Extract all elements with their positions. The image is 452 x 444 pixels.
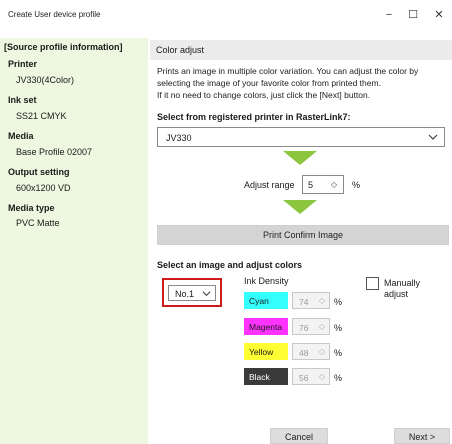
media-type-value: PVC Matte bbox=[16, 218, 60, 228]
manually-adjust-checkbox[interactable] bbox=[366, 277, 379, 290]
spinner-arrows-icon: ◇ bbox=[318, 347, 325, 356]
close-button[interactable]: ✕ bbox=[428, 6, 450, 24]
color-adjust-header: Color adjust bbox=[150, 40, 452, 60]
image-select-value: No.1 bbox=[175, 289, 195, 299]
printer-select-label: Select from registered printer in Raster… bbox=[157, 112, 351, 122]
image-select-dropdown[interactable]: No.1 bbox=[168, 285, 216, 301]
chevron-down-icon bbox=[202, 291, 211, 297]
description-line-1: Prints an image in multiple color variat… bbox=[157, 66, 419, 76]
yellow-density-value: 48 bbox=[299, 348, 309, 358]
print-confirm-image-button[interactable]: Print Confirm Image bbox=[157, 225, 449, 245]
black-density-value: 56 bbox=[299, 373, 309, 383]
cancel-button[interactable]: Cancel bbox=[270, 428, 328, 444]
source-profile-header: [Source profile information] bbox=[4, 42, 123, 52]
output-setting-label: Output setting bbox=[8, 167, 70, 177]
media-type-label: Media type bbox=[8, 203, 55, 213]
title-bar: Create User device profile − ☐ ✕ bbox=[0, 0, 452, 30]
magenta-label: Magenta bbox=[249, 322, 283, 332]
magenta-density-value: 76 bbox=[299, 323, 309, 333]
black-label: Black bbox=[249, 372, 270, 382]
output-setting-value: 600x1200 VD bbox=[16, 183, 71, 193]
chevron-down-icon bbox=[428, 134, 438, 140]
window-title: Create User device profile bbox=[8, 10, 101, 19]
yellow-unit: % bbox=[334, 348, 343, 358]
spinner-arrows-icon: ◇ bbox=[318, 372, 325, 381]
description-line-3: If it no need to change colors, just cli… bbox=[157, 90, 371, 100]
black-unit: % bbox=[334, 373, 343, 383]
ink-density-label: Ink Density bbox=[244, 276, 289, 286]
spinner-arrows-icon[interactable]: ◇ bbox=[331, 180, 337, 189]
description-line-2: selecting the image of your favorite col… bbox=[157, 78, 381, 88]
printer-select-dropdown[interactable]: JV330 bbox=[157, 127, 445, 147]
cyan-swatch: Cyan bbox=[244, 292, 288, 309]
yellow-density-spinner[interactable]: 48 ◇ bbox=[292, 343, 330, 360]
black-swatch: Black bbox=[244, 368, 288, 385]
maximize-button[interactable]: ☐ bbox=[402, 6, 424, 24]
media-value: Base Profile 02007 bbox=[16, 147, 93, 157]
flow-arrow-down-icon bbox=[283, 151, 317, 165]
adjust-range-spinner[interactable]: 5 ◇ bbox=[302, 175, 344, 194]
manually-adjust-label-line-2: adjust bbox=[384, 289, 409, 299]
image-select-highlight: No.1 bbox=[162, 278, 222, 307]
magenta-unit: % bbox=[334, 323, 343, 333]
media-label: Media bbox=[8, 131, 34, 141]
section-title: Color adjust bbox=[156, 45, 205, 55]
magenta-swatch: Magenta bbox=[244, 318, 288, 335]
ink-set-value: SS21 CMYK bbox=[16, 111, 67, 121]
select-image-label: Select an image and adjust colors bbox=[157, 260, 303, 270]
cyan-unit: % bbox=[334, 297, 343, 307]
spinner-arrows-icon: ◇ bbox=[318, 322, 325, 331]
minimize-button[interactable]: − bbox=[378, 6, 400, 24]
ink-set-label: Ink set bbox=[8, 95, 37, 105]
magenta-density-spinner[interactable]: 76 ◇ bbox=[292, 318, 330, 335]
flow-arrow-down-icon bbox=[283, 200, 317, 214]
cyan-label: Cyan bbox=[249, 296, 269, 306]
printer-value: JV330(4Color) bbox=[16, 75, 75, 85]
printer-select-value: JV330 bbox=[166, 133, 192, 143]
yellow-label: Yellow bbox=[249, 347, 274, 357]
cyan-density-spinner[interactable]: 74 ◇ bbox=[292, 292, 330, 309]
yellow-swatch: Yellow bbox=[244, 343, 288, 360]
source-profile-panel: [Source profile information] Printer JV3… bbox=[0, 38, 148, 444]
cyan-density-value: 74 bbox=[299, 297, 309, 307]
adjust-range-unit: % bbox=[352, 180, 361, 190]
next-button[interactable]: Next > bbox=[394, 428, 450, 444]
spinner-arrows-icon: ◇ bbox=[318, 296, 325, 305]
manually-adjust-label-line-1: Manually bbox=[384, 278, 421, 288]
printer-label: Printer bbox=[8, 59, 38, 69]
adjust-range-label: Adjust range bbox=[244, 180, 295, 190]
adjust-range-value: 5 bbox=[308, 180, 314, 190]
black-density-spinner[interactable]: 56 ◇ bbox=[292, 368, 330, 385]
